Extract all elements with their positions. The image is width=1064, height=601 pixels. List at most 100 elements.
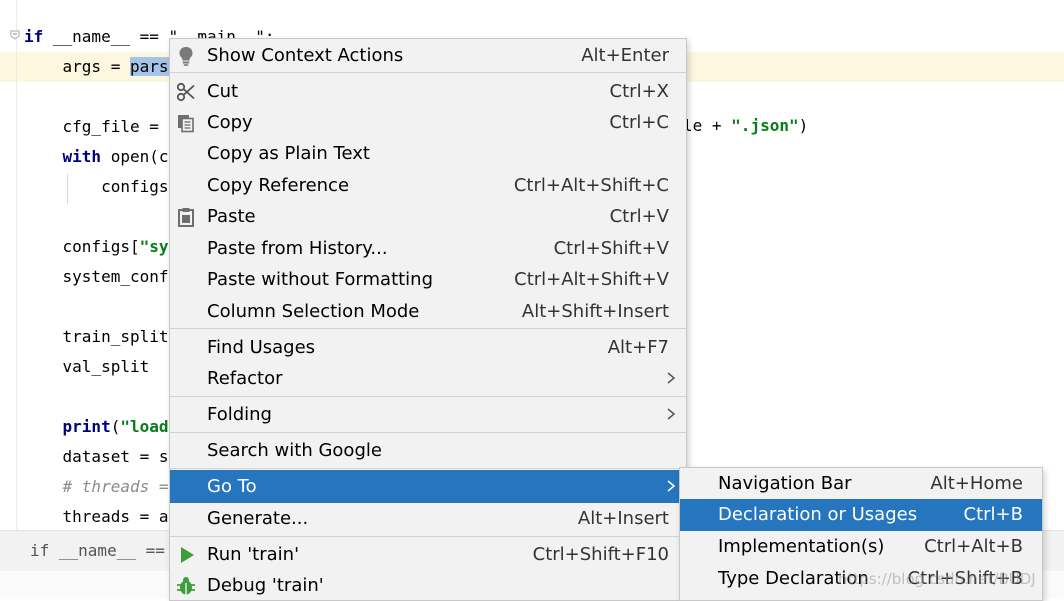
menu-item-shortcut: Ctrl+Alt+Shift+C — [513, 175, 669, 196]
code-token: args = — [24, 57, 130, 76]
menu-item-folding[interactable]: Folding — [170, 399, 686, 430]
submenu-item-label: Declaration or Usages — [718, 504, 918, 525]
menu-item-label: Copy Reference — [207, 175, 350, 196]
menu-item-shortcut: Ctrl+C — [609, 112, 669, 133]
menu-separator — [170, 432, 686, 433]
submenu-item-implementations[interactable]: Implementation(s) Ctrl+Alt+B — [680, 531, 1042, 562]
menu-item-copy[interactable]: Copy Ctrl+C — [170, 107, 686, 138]
menu-item-label: Run 'train' — [207, 544, 300, 565]
menu-item-label: Copy — [207, 112, 253, 133]
lightbulb-icon — [179, 47, 193, 66]
menu-item-label: Paste from History... — [207, 238, 388, 259]
code-token: # threads = — [24, 477, 169, 496]
selected-text: pars — [129, 57, 169, 76]
code-token: open(c — [101, 147, 169, 166]
submenu-item-shortcut: Ctrl+Shift+B — [907, 568, 1023, 589]
code-token: le + — [683, 116, 732, 135]
scissors-icon — [176, 82, 195, 102]
menu-item-cut[interactable]: Cut Ctrl+X — [170, 76, 686, 107]
code-token: "load — [120, 417, 169, 436]
chevron-right-icon — [667, 372, 676, 384]
menu-item-label: Cut — [207, 81, 239, 102]
code-line: configs["sy — [24, 232, 169, 262]
menu-item-refactor[interactable]: Refactor — [170, 363, 686, 394]
menu-separator — [170, 536, 686, 537]
go-to-submenu: Navigation Bar Alt+Home Declaration or U… — [679, 467, 1043, 601]
code-line: args = pars — [24, 52, 169, 82]
submenu-item-navigation-bar[interactable]: Navigation Bar Alt+Home — [680, 468, 1042, 499]
menu-item-paste-from-history[interactable]: Paste from History... Ctrl+Shift+V — [170, 233, 686, 264]
code-line: threads = a — [24, 502, 169, 532]
menu-item-go-to[interactable]: Go To — [170, 470, 686, 503]
code-line: print("load — [24, 412, 169, 442]
menu-item-column-selection-mode[interactable]: Column Selection Mode Alt+Shift+Insert — [170, 296, 686, 327]
code-token: configs[ — [24, 237, 140, 256]
code-token: ".json" — [731, 116, 799, 135]
submenu-item-label: Type Declaration — [718, 568, 869, 589]
menu-item-copy-as-plain-text[interactable]: Copy as Plain Text — [170, 138, 686, 169]
menu-item-label: Paste without Formatting — [207, 269, 434, 290]
run-icon — [181, 547, 194, 563]
code-token: ( — [110, 417, 121, 436]
menu-item-debug-train[interactable]: Debug 'train' — [170, 570, 686, 601]
menu-item-shortcut: Ctrl+Shift+F10 — [532, 544, 669, 565]
code-line: dataset = s — [24, 442, 169, 472]
submenu-item-label: Navigation Bar — [718, 473, 852, 494]
menu-separator — [170, 468, 686, 469]
code-line: system_conf — [24, 262, 169, 292]
code-line: configs — [24, 172, 168, 202]
code-token: ) — [798, 116, 809, 135]
code-token: train_split — [24, 327, 169, 346]
menu-separator — [170, 328, 686, 329]
code-token: "sy — [139, 237, 169, 256]
submenu-item-label: Implementation(s) — [718, 536, 885, 557]
code-fragment-right: le + ".json") — [683, 111, 808, 141]
copy-icon — [178, 115, 194, 133]
menu-separator — [170, 396, 686, 397]
menu-item-label: Debug 'train' — [207, 575, 324, 596]
menu-item-label: Column Selection Mode — [207, 301, 420, 322]
code-token: if — [24, 27, 44, 46]
menu-item-generate[interactable]: Generate... Alt+Insert — [170, 503, 686, 534]
breadcrumb[interactable]: if __name__ == " — [30, 531, 184, 571]
menu-item-run-train[interactable]: Run 'train' Ctrl+Shift+F10 — [170, 539, 686, 570]
menu-item-show-context-actions[interactable]: Show Context Actions Alt+Enter — [170, 40, 686, 71]
code-line: with open(c — [24, 142, 169, 172]
submenu-item-shortcut: Alt+Home — [930, 473, 1023, 494]
menu-item-shortcut: Alt+F7 — [607, 337, 669, 358]
gutter-divider — [16, 0, 17, 530]
menu-item-label: Folding — [207, 404, 272, 425]
menu-item-label: Show Context Actions — [207, 45, 404, 66]
submenu-item-declaration-or-usages[interactable]: Declaration or Usages Ctrl+B — [680, 499, 1042, 531]
menu-item-search-with-google[interactable]: Search with Google — [170, 435, 686, 466]
code-line: cfg_file = — [24, 112, 169, 142]
menu-item-label: Go To — [207, 476, 257, 497]
menu-item-paste[interactable]: Paste Ctrl+V — [170, 201, 686, 232]
menu-item-label: Generate... — [207, 508, 309, 529]
menu-item-label: Paste — [207, 206, 256, 227]
menu-item-copy-reference[interactable]: Copy Reference Ctrl+Alt+Shift+C — [170, 170, 686, 201]
menu-item-paste-without-formatting[interactable]: Paste without Formatting Ctrl+Alt+Shift+… — [170, 264, 686, 295]
menu-item-shortcut: Alt+Enter — [581, 45, 669, 66]
code-token: cfg_file = — [24, 117, 169, 136]
menu-item-label: Search with Google — [207, 440, 382, 461]
submenu-item-shortcut: Ctrl+B — [963, 504, 1023, 525]
code-line: val_split — [24, 352, 150, 382]
menu-item-find-usages[interactable]: Find Usages Alt+F7 — [170, 332, 686, 363]
menu-item-label: Refactor — [207, 368, 283, 389]
menu-item-shortcut: Alt+Insert — [577, 508, 669, 529]
fold-icon[interactable] — [10, 30, 20, 40]
menu-item-shortcut: Ctrl+X — [609, 81, 669, 102]
menu-item-shortcut: Ctrl+Shift+V — [553, 238, 669, 259]
code-line: train_split — [24, 322, 169, 352]
clipboard-icon — [178, 208, 194, 227]
menu-item-label: Copy as Plain Text — [207, 143, 370, 164]
submenu-item-shortcut: Ctrl+Alt+B — [924, 536, 1023, 557]
chevron-right-icon — [667, 408, 676, 420]
debug-icon — [177, 577, 195, 595]
menu-item-shortcut: Ctrl+V — [609, 206, 669, 227]
submenu-item-type-declaration[interactable]: Type Declaration Ctrl+Shift+B — [680, 563, 1042, 594]
code-token: dataset = s — [24, 447, 169, 466]
